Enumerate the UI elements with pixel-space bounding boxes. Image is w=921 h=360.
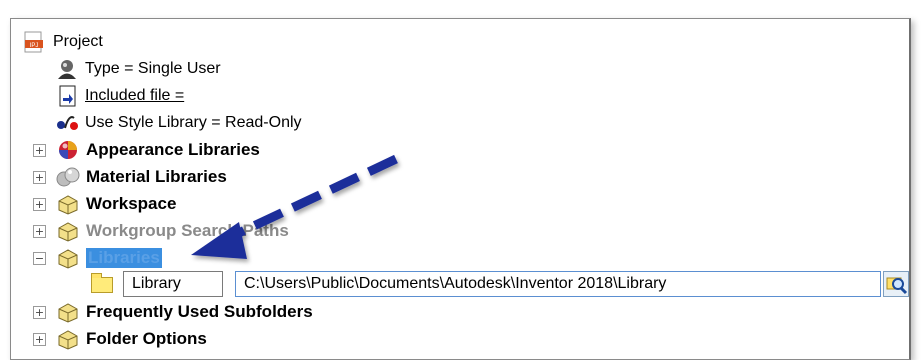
annotation-arrow — [191, 154, 398, 259]
project-tree-panel: IPJ Project Type = Single User Included … — [10, 18, 911, 360]
